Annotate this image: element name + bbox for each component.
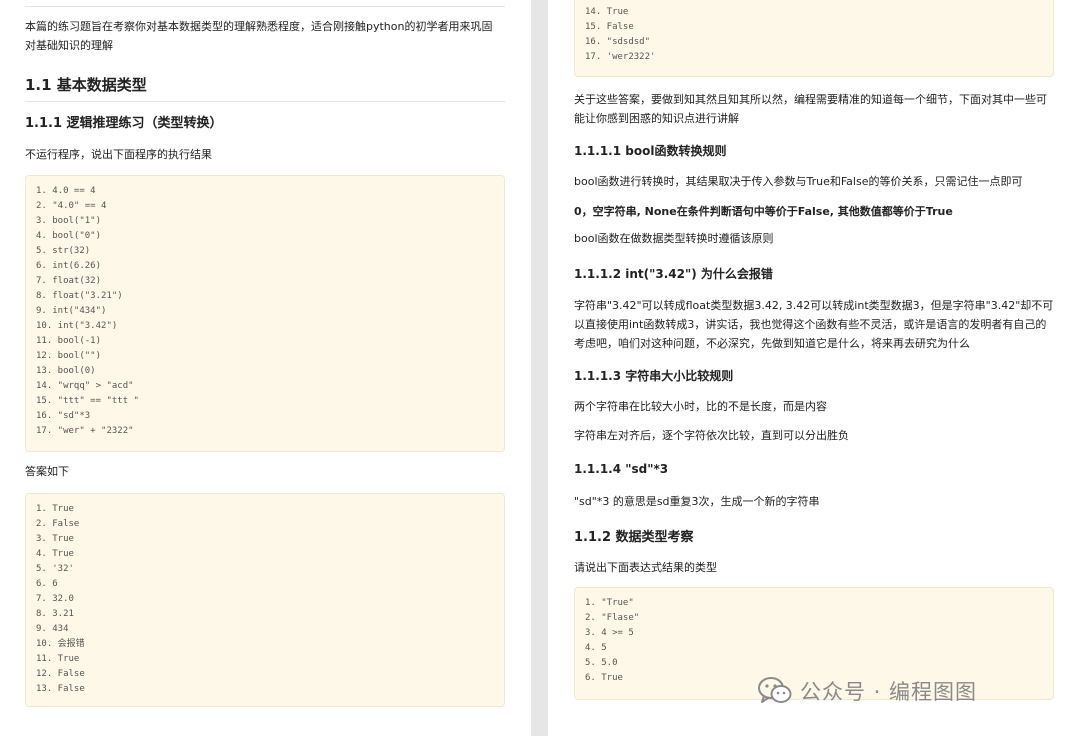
code-line: 8. float("3.21") bbox=[36, 291, 123, 301]
code-line: 12. False bbox=[36, 669, 85, 679]
code-line: 9. int("434") bbox=[36, 306, 107, 316]
code-line: 16. "sd"*3 bbox=[36, 411, 91, 421]
code-line: 3. True bbox=[36, 534, 74, 544]
code-line: 17. "wer" + "2322" bbox=[36, 426, 134, 436]
type-check-question: 请说出下面表达式结果的类型 bbox=[574, 561, 717, 574]
heading-type-check: 1.1.2 数据类型考察 bbox=[574, 530, 694, 545]
string-repeat-text: "sd"*3 的意思是sd重复3次，生成一个新的字符串 bbox=[574, 495, 820, 508]
code-line: 12. bool("") bbox=[36, 351, 102, 361]
code-line: 7. 32.0 bbox=[36, 594, 74, 604]
int-error-text: 字符串"3.42"可以转成float类型数据3.42, 3.42可以转成int类… bbox=[574, 299, 1054, 350]
intro-paragraph: 本篇的练习题旨在考察你对基本数据类型的理解熟悉程度，适合刚接触python的初学… bbox=[25, 20, 493, 52]
code-line: 5. str(32) bbox=[36, 246, 91, 256]
code-line: 2. "Flase" bbox=[585, 613, 640, 623]
code-line: 10. 会报错 bbox=[36, 639, 85, 649]
code-block-answers-cont: 14. True 15. False 16. "sdsdsd" 17. 'wer232… bbox=[574, 0, 1054, 77]
code-line: 5. '32' bbox=[36, 564, 74, 574]
code-block-questions: 1. 4.0 == 4 2. "4.0" == 4 3. bool("1") 4. b… bbox=[25, 175, 505, 452]
code-line: 7. float(32) bbox=[36, 276, 102, 286]
code-line: 13. bool(0) bbox=[36, 366, 96, 376]
right-page: 14. True 15. False 16. "sdsdsd" 17. 'wer232… bbox=[548, 0, 1080, 736]
answer-label: 答案如下 bbox=[25, 465, 69, 478]
code-line: 14. True bbox=[585, 7, 629, 17]
code-line: 1. "True" bbox=[585, 598, 634, 608]
bool-rule-text: bool函数进行转换时，其结果取决于传入参数与True和False的等价关系，只… bbox=[574, 175, 1023, 188]
heading-string-repeat: 1.1.1.4 "sd"*3 bbox=[574, 462, 669, 476]
bool-rule-note: bool函数在做数据类型转换时遵循该原则 bbox=[574, 232, 774, 245]
code-line: 15. False bbox=[585, 22, 634, 32]
heading-int-error: 1.1.1.2 int("3.42") 为什么会报错 bbox=[574, 267, 773, 281]
code-line: 6. int(6.26) bbox=[36, 261, 102, 271]
watermark: 公众号 · 编程图图 bbox=[758, 676, 977, 706]
question-text: 不运行程序，说出下面程序的执行结果 bbox=[25, 148, 212, 161]
string-compare-text-2: 字符串左对齐后，逐个字符依次比较，直到可以分出胜负 bbox=[574, 429, 849, 442]
code-line: 4. True bbox=[36, 549, 74, 559]
code-line: 5. 5.0 bbox=[585, 658, 618, 668]
code-line: 14. "wrqq" > "acd" bbox=[36, 381, 134, 391]
code-line: 3. 4 >= 5 bbox=[585, 628, 634, 638]
code-line: 11. True bbox=[36, 654, 80, 664]
code-line: 1. True bbox=[36, 504, 74, 514]
bool-rule-bold: 0，空字符串, None在条件判断语句中等价于False, 其他数值都等价于Tr… bbox=[574, 205, 953, 218]
code-line: 4. bool("0") bbox=[36, 231, 102, 241]
section-heading: 1.1 基本数据类型 bbox=[25, 74, 505, 102]
code-line: 6. 6 bbox=[36, 579, 58, 589]
code-line: 8. 3.21 bbox=[36, 609, 74, 619]
top-divider bbox=[25, 6, 505, 7]
code-line: 1. 4.0 == 4 bbox=[36, 186, 96, 196]
string-compare-text-1: 两个字符串在比较大小时，比的不是长度，而是内容 bbox=[574, 400, 827, 413]
code-line: 9. 434 bbox=[36, 624, 69, 634]
wechat-icon bbox=[758, 677, 792, 705]
code-line: 4. 5 bbox=[585, 643, 607, 653]
code-line: 16. "sdsdsd" bbox=[585, 37, 651, 47]
code-line: 15. "ttt" == "ttt " bbox=[36, 396, 139, 406]
heading-string-compare: 1.1.1.3 字符串大小比较规则 bbox=[574, 369, 734, 383]
code-line: 17. 'wer2322' bbox=[585, 52, 656, 62]
code-line: 2. "4.0" == 4 bbox=[36, 201, 107, 211]
explanation-intro: 关于这些答案，要做到知其然且知其所以然，编程需要精准的知道每一个细节，下面对其中… bbox=[574, 93, 1047, 125]
code-block-answers: 1. True 2. False 3. True 4. True 5. '32' 6. 6… bbox=[25, 493, 505, 707]
left-page: 本篇的练习题旨在考察你对基本数据类型的理解熟悉程度，适合刚接触python的初学… bbox=[0, 0, 531, 736]
code-line: 11. bool(-1) bbox=[36, 336, 102, 346]
code-line: 10. int("3.42") bbox=[36, 321, 118, 331]
heading-bool-rule: 1.1.1.1 bool函数转换规则 bbox=[574, 144, 727, 158]
subsection-heading: 1.1.1 逻辑推理练习（类型转换） bbox=[25, 116, 223, 131]
code-line: 2. False bbox=[36, 519, 80, 529]
code-line: 3. bool("1") bbox=[36, 216, 102, 226]
watermark-text: 公众号 · 编程图图 bbox=[800, 680, 978, 704]
code-line: 13. False bbox=[36, 684, 85, 694]
